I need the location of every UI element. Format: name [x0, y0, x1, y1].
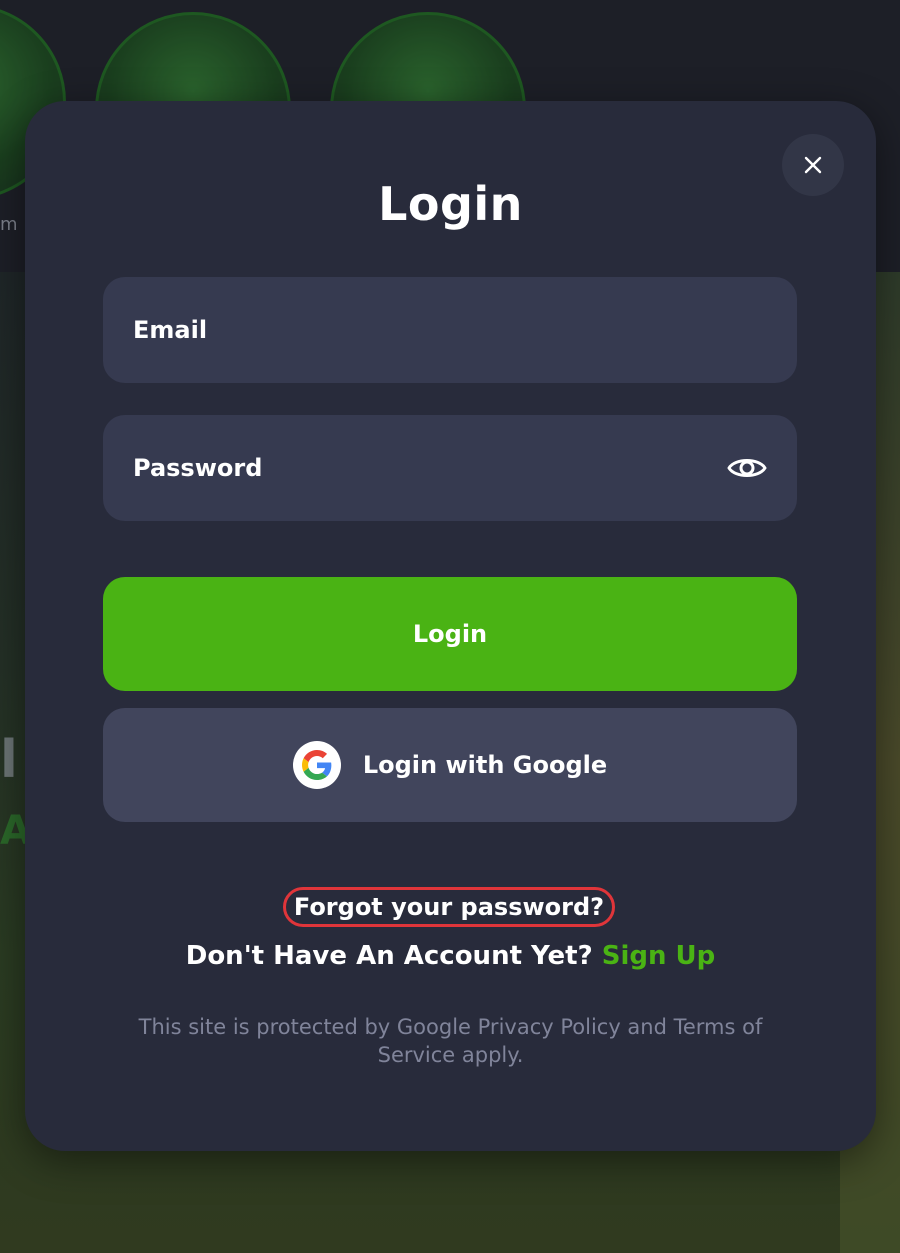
login-button[interactable]: Login [103, 577, 797, 691]
thumbnail-caption: m [0, 214, 18, 235]
close-icon [804, 156, 822, 174]
signup-prompt-text: Don't Have An Account Yet? [185, 941, 593, 971]
login-with-google-button[interactable]: Login with Google [103, 708, 797, 822]
login-modal: Login Login Login with Google Forgot you… [25, 101, 876, 1151]
modal-title: Login [378, 177, 523, 231]
eye-icon [727, 459, 767, 477]
password-field[interactable] [131, 453, 727, 483]
legal-notice: This site is protected by Google Privacy… [138, 1015, 763, 1067]
show-password-toggle[interactable] [727, 448, 767, 488]
password-field-container[interactable] [103, 415, 797, 521]
forgot-password-label: Forgot your password? [293, 893, 605, 921]
email-field-container[interactable] [103, 277, 797, 383]
login-with-google-label: Login with Google [362, 751, 608, 779]
forgot-password-link[interactable]: Forgot your password? [283, 887, 615, 927]
signup-link[interactable]: Sign Up [602, 941, 716, 971]
email-field[interactable] [131, 315, 769, 345]
google-icon [292, 741, 341, 789]
background-heading-fragment: l [0, 730, 18, 790]
signup-prompt: Don't Have An Account Yet? Sign Up [25, 941, 876, 971]
login-button-label: Login [412, 620, 488, 648]
